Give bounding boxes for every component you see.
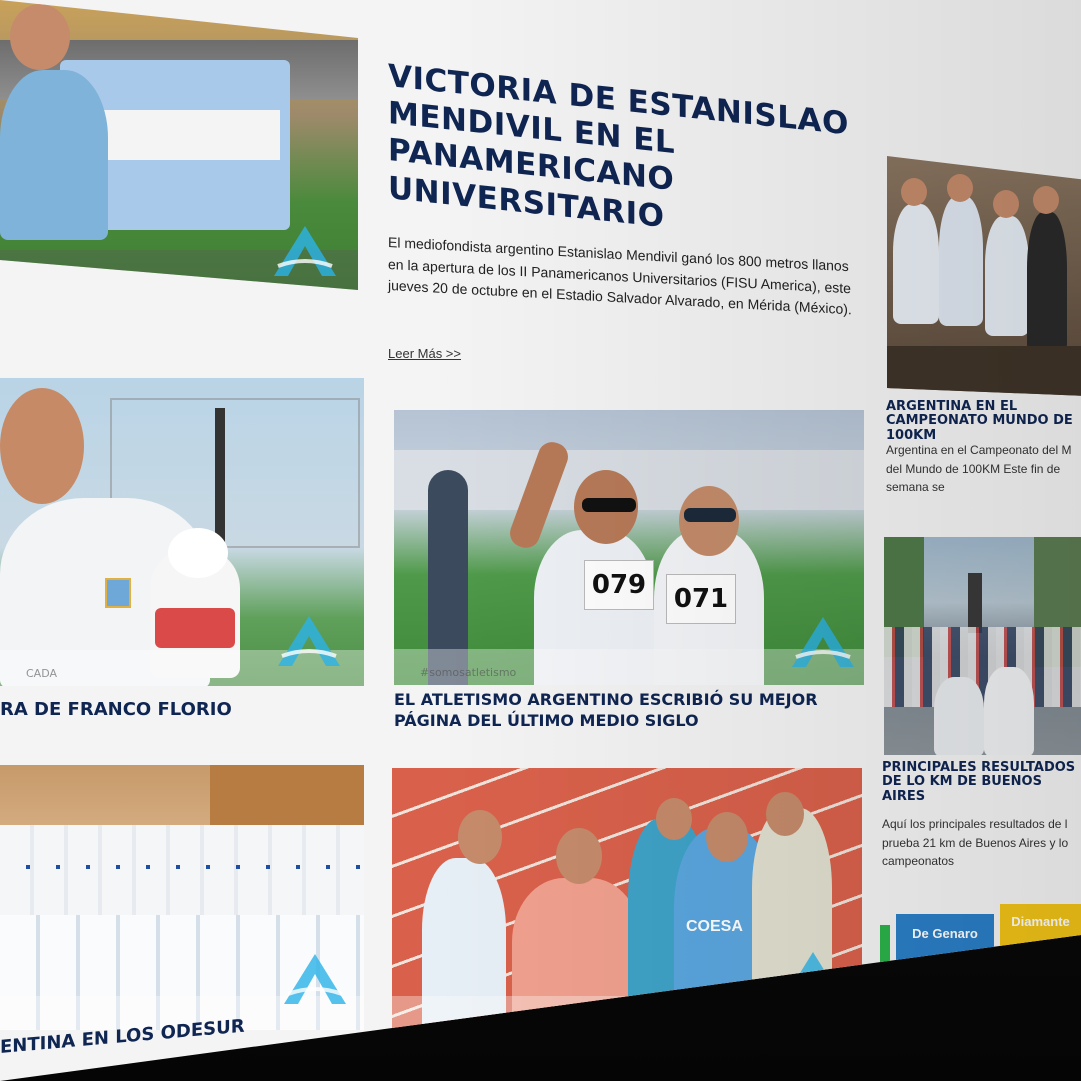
side-article-2-photo[interactable] — [884, 537, 1081, 755]
grid-article-4-photo[interactable]: COESA — [392, 768, 862, 1030]
grid-article-3-photo[interactable] — [0, 765, 364, 1030]
caada-logo-icon — [270, 222, 340, 280]
shirt-text: COESA — [686, 918, 743, 935]
hashtag-text: #somosatletismo — [420, 666, 517, 679]
monitor-stage: CADA VICTORIA DE ESTANISLAO MENDIVIL EN … — [0, 0, 1081, 1081]
web-page: CADA VICTORIA DE ESTANISLAO MENDIVIL EN … — [0, 0, 1081, 1081]
caada-logo-icon — [274, 612, 344, 670]
race-bib: 071 — [666, 574, 736, 624]
side-article-1-excerpt: Argentina en el Campeonato del M del Mun… — [886, 443, 1072, 495]
featured-title[interactable]: VICTORIA DE ESTANISLAO MENDIVIL EN EL PA… — [388, 58, 858, 256]
banner-label: Diamante — [1011, 913, 1070, 929]
caada-logo-icon — [778, 948, 848, 1006]
watermark-text: CADA — [26, 667, 58, 680]
watermark-text: CADA — [26, 271, 58, 284]
banner-label: De Genaro — [912, 925, 978, 941]
read-more-link[interactable]: Leer Más >> — [388, 346, 461, 361]
sponsor-banner-de-genaro[interactable]: De Genaro — [896, 914, 994, 964]
side-article-2-title[interactable]: PRINCIPALES RESULTADOS DE LO KM DE BUENO… — [882, 760, 1081, 804]
grid-article-2-title[interactable]: EL ATLETISMO ARGENTINO ESCRIBIÓ SU MEJOR… — [394, 690, 864, 732]
grid-article-1-title[interactable]: RA DE FRANCO FLORIO — [0, 700, 360, 720]
featured-photo[interactable]: CADA — [0, 0, 358, 290]
sponsor-banner-diamante[interactable]: Diamante — [1000, 904, 1081, 954]
race-bib: 079 — [584, 560, 654, 610]
side-article-1-title[interactable]: ARGENTINA EN EL CAMPEONATO MUNDO DE 100K… — [886, 399, 1081, 443]
side-article-2-excerpt: Aquí los principales resultados de l pru… — [882, 817, 1069, 869]
grid-article-2-photo[interactable]: 079 071 #somosatletismo — [394, 410, 864, 685]
grid-article-1-photo[interactable]: CADA — [0, 378, 364, 686]
caada-logo-icon — [788, 613, 858, 671]
sponsor-banner-accent — [880, 925, 890, 965]
side-article-1-photo[interactable] — [887, 156, 1081, 396]
caada-logo-icon — [280, 950, 350, 1008]
